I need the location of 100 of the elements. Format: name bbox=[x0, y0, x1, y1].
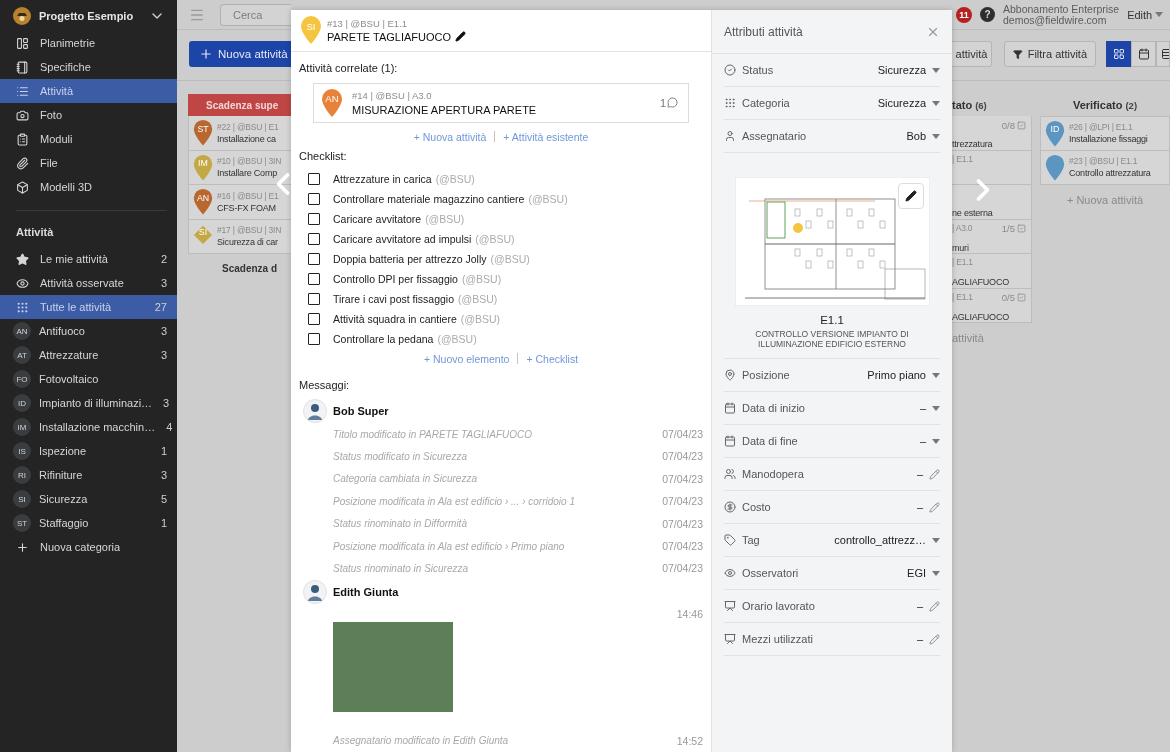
task-title: ne esterna bbox=[952, 208, 993, 219]
caret-icon bbox=[932, 405, 940, 411]
project-name[interactable]: Progetto Esempio bbox=[39, 9, 141, 22]
new-category-item[interactable]: Nuova categoria bbox=[0, 535, 177, 559]
attribute-value[interactable]: – bbox=[916, 633, 940, 645]
checkbox[interactable] bbox=[308, 252, 320, 265]
filter-item[interactable]: Attività osservate 3 bbox=[0, 271, 177, 295]
category-badge: ID bbox=[13, 394, 31, 412]
help-icon[interactable]: ? bbox=[980, 7, 995, 22]
attribute-dropdown[interactable]: Sicurezza bbox=[877, 97, 940, 109]
entry-time: 07/04/23 bbox=[662, 450, 703, 463]
checkbox[interactable] bbox=[308, 212, 320, 225]
nav-item[interactable]: Foto bbox=[0, 103, 177, 127]
author-name: Edith Giunta bbox=[333, 585, 399, 598]
filter-item[interactable]: RI Rifiniture 3 bbox=[0, 463, 177, 487]
view-toggle[interactable] bbox=[1131, 41, 1156, 67]
view-toggle[interactable] bbox=[1106, 41, 1131, 67]
checkbox[interactable] bbox=[308, 292, 320, 305]
checkbox[interactable] bbox=[308, 272, 320, 285]
task-card[interactable]: | E1.1 0/5 AGLIAFUOCO bbox=[952, 288, 1032, 323]
attribute-value[interactable]: – bbox=[916, 468, 940, 480]
task-card[interactable]: | A3.0 1/5 muri bbox=[952, 219, 1032, 254]
nav-item[interactable]: Specifiche bbox=[0, 55, 177, 79]
column-count: (2) bbox=[1125, 99, 1138, 111]
attribute-dropdown[interactable]: Primo piano bbox=[867, 369, 940, 381]
filter-label: Staffaggio bbox=[39, 517, 90, 529]
task-card[interactable]: ST #22 | @BSU | E1 Installazione ca bbox=[188, 116, 291, 151]
category-badge: RI bbox=[13, 466, 31, 484]
filter-item[interactable]: Tutte le attività 27 bbox=[0, 295, 177, 319]
attribute-label: Costo bbox=[742, 501, 772, 513]
attribute-dropdown[interactable]: Sicurezza bbox=[877, 64, 940, 76]
filter-item[interactable]: Le mie attività 2 bbox=[0, 247, 177, 271]
assignee-tag: (@BSU) bbox=[435, 172, 475, 185]
checkbox[interactable] bbox=[308, 232, 320, 245]
filter-label: Tutte le attività bbox=[40, 301, 113, 313]
related-task-card[interactable]: AN #14 | @BSU | A3.0 MISURAZIONE APERTURA PARETE 1 bbox=[313, 82, 689, 123]
filter-button[interactable]: Filtra attività bbox=[1004, 41, 1096, 67]
task-card[interactable]: SI #17 | @BSU | 3IN Sicurezza di car bbox=[188, 219, 291, 254]
pencil-icon[interactable] bbox=[455, 31, 467, 43]
avatar-icon bbox=[303, 579, 327, 604]
task-count: 1 bbox=[160, 445, 167, 457]
nav-item[interactable]: File bbox=[0, 151, 177, 175]
task-count: 4 bbox=[166, 421, 173, 433]
filter-item[interactable]: AN Antifuoco 3 bbox=[0, 319, 177, 343]
activity-entry: Status modificato in Sicurezza bbox=[333, 450, 467, 462]
grid-icon bbox=[16, 300, 29, 314]
task-card[interactable]: AN #16 | @BSU | E1 CFS-FX FOAM bbox=[188, 185, 291, 220]
plus-icon bbox=[16, 540, 29, 554]
entry-time: 14:46 bbox=[676, 607, 703, 620]
entry-time: 07/04/23 bbox=[662, 472, 703, 485]
edit-button[interactable] bbox=[897, 183, 924, 209]
task-card[interactable]: | E1.1 AGLIAFUOCO bbox=[952, 254, 1032, 289]
filter-item[interactable]: AT Attrezzature 3 bbox=[0, 343, 177, 367]
filter-item[interactable]: FO Fotovoltaico bbox=[0, 367, 177, 391]
nav-item[interactable]: Planimetrie bbox=[0, 31, 177, 55]
task-count: 3 bbox=[160, 469, 167, 481]
filter-item[interactable]: ID Impianto di illuminazi… 3 bbox=[0, 391, 177, 415]
checkbox[interactable] bbox=[308, 332, 320, 345]
filter-label: Le mie attività bbox=[40, 253, 109, 265]
task-count: 27 bbox=[154, 301, 167, 313]
checkbox[interactable] bbox=[308, 192, 320, 205]
checkbox[interactable] bbox=[308, 172, 320, 185]
attribute-value[interactable]: – bbox=[916, 600, 940, 612]
task-card[interactable]: 0/8 ttrezzatura bbox=[952, 116, 1032, 151]
attribute-dropdown[interactable]: EGI bbox=[907, 567, 940, 579]
clipboard-icon bbox=[16, 132, 29, 146]
filter-item[interactable]: IS Ispezione 1 bbox=[0, 439, 177, 463]
view-toggle[interactable] bbox=[1156, 41, 1170, 67]
filter-item[interactable]: IM Installazione macchin… 4 bbox=[0, 415, 177, 439]
author-name: Bob Super bbox=[333, 404, 389, 417]
task-card[interactable]: IM #10 | @BSU | 3IN Installare Comp bbox=[188, 150, 291, 185]
attribute-dropdown[interactable]: – bbox=[919, 435, 940, 447]
nav-label: Foto bbox=[40, 109, 63, 121]
task-card[interactable]: #23 | @BSU | E1.1 Controllo attrezzatura bbox=[1040, 150, 1170, 185]
attribute-dropdown[interactable]: – bbox=[919, 402, 940, 414]
search-field[interactable]: Cerca bbox=[220, 3, 291, 26]
notification-badge[interactable]: 11 bbox=[956, 6, 972, 23]
nav-item[interactable]: Modelli 3D bbox=[0, 175, 177, 199]
filter-item[interactable]: SI Sicurezza 5 bbox=[0, 487, 177, 511]
plus-icon bbox=[199, 47, 213, 61]
filter-item[interactable]: ST Staffaggio 1 bbox=[0, 511, 177, 535]
checklist-count: 0/8 bbox=[1001, 119, 1026, 132]
attribute-dropdown[interactable]: controllo_attrezz… bbox=[834, 534, 940, 546]
nav-label: File bbox=[40, 157, 59, 169]
toolbar-button[interactable]: attività bbox=[952, 41, 992, 67]
task-card[interactable]: ID #26 | @LPI | E1.1 Installazione fissaggi bbox=[1040, 116, 1170, 151]
attribute-value[interactable]: – bbox=[916, 501, 940, 513]
nav-item[interactable]: Attività bbox=[0, 79, 177, 103]
checkbox[interactable] bbox=[308, 312, 320, 325]
task-card[interactable]: ne esterna bbox=[952, 185, 1032, 220]
new-task-button[interactable]: Nuova attività bbox=[189, 41, 294, 67]
filter-label: Attrezzature bbox=[39, 349, 100, 361]
task-title: AGLIAFUOCO bbox=[952, 311, 1009, 322]
nav-item[interactable]: Moduli bbox=[0, 127, 177, 151]
attribute-dropdown[interactable]: Bob bbox=[906, 130, 940, 142]
attribute-label: Manodopera bbox=[742, 468, 805, 480]
caret-icon bbox=[932, 372, 940, 378]
user-menu[interactable]: Edith bbox=[1127, 8, 1170, 21]
attribute-label: Categoria bbox=[742, 97, 791, 109]
avatar-icon bbox=[303, 398, 327, 423]
